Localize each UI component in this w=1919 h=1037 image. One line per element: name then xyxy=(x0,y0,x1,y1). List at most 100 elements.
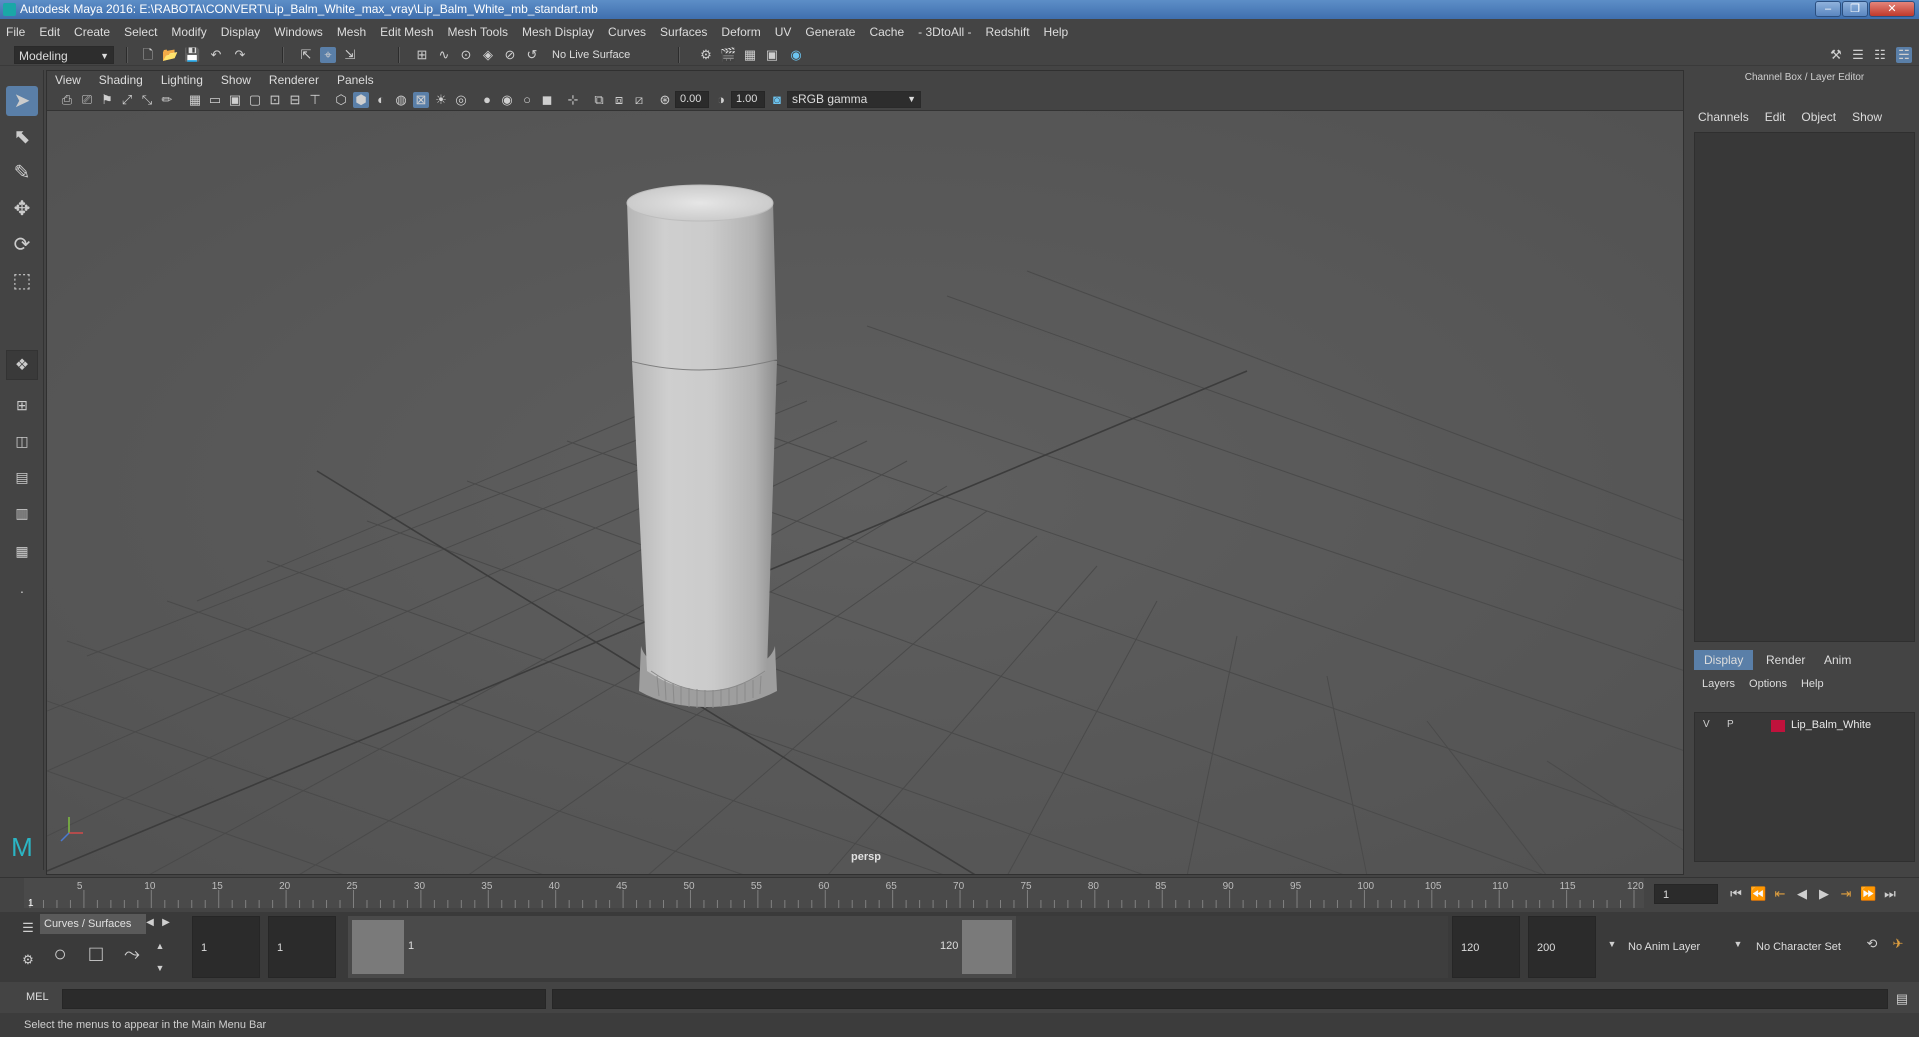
select-by-object-icon[interactable]: ⌖ xyxy=(320,47,336,63)
motion-blur-icon[interactable]: ● xyxy=(479,92,495,108)
command-input[interactable] xyxy=(62,989,546,1009)
menu-generate[interactable]: Generate xyxy=(805,25,855,39)
layer-visibility-toggle[interactable]: V xyxy=(1703,719,1710,730)
lip-balm-mesh[interactable] xyxy=(626,184,778,708)
camera-attributes-icon[interactable]: ⎚ xyxy=(79,92,95,108)
wireframe-icon[interactable]: ⬡ xyxy=(333,92,349,108)
layout-graph-icon[interactable]: ▥ xyxy=(6,498,38,528)
menu-file[interactable]: File xyxy=(6,25,25,39)
shelf-menu-icon[interactable]: ☰ xyxy=(20,920,36,936)
nurbs-square-icon[interactable]: □ xyxy=(88,943,104,965)
menu-edit-mesh[interactable]: Edit Mesh xyxy=(380,25,433,39)
command-language-label[interactable]: MEL xyxy=(26,991,49,1003)
screen-space-ao-icon[interactable]: ◎ xyxy=(453,92,469,108)
xray-components-icon[interactable]: ⧈ xyxy=(611,92,627,108)
playback-end-field[interactable]: 120 xyxy=(1452,916,1520,978)
menu-mesh-display[interactable]: Mesh Display xyxy=(522,25,594,39)
layer-row[interactable]: V P Lip_Balm_White xyxy=(1699,717,1912,735)
viewport-panel[interactable]: View Shading Lighting Show Renderer Pane… xyxy=(46,70,1684,875)
snap-curve2-icon[interactable]: ↺ xyxy=(524,47,540,63)
menu-help[interactable]: Help xyxy=(1044,25,1069,39)
animation-preferences-icon[interactable]: ✈ xyxy=(1890,936,1906,952)
gamma-field[interactable]: 1.00 xyxy=(731,91,765,108)
bookmark-icon[interactable]: ⚑ xyxy=(99,92,115,108)
shelf-prev-icon[interactable]: ◀ xyxy=(142,915,158,931)
colorspace-dropdown[interactable]: sRGB gamma ▼ xyxy=(787,91,921,108)
open-scene-icon[interactable]: 📂 xyxy=(162,47,178,63)
mode-dropdown[interactable]: Modeling ▼ xyxy=(14,46,114,64)
layout-more-icon[interactable]: · xyxy=(6,576,38,606)
range-bar[interactable]: 1 120 xyxy=(348,916,1016,978)
field-chart-icon[interactable]: ⊡ xyxy=(267,92,283,108)
play-backwards-icon[interactable]: ◀ xyxy=(1794,886,1810,902)
film-gate-icon[interactable]: ▭ xyxy=(207,92,223,108)
play-forwards-icon[interactable]: ▶ xyxy=(1816,886,1832,902)
edit-menu[interactable]: Edit xyxy=(1765,110,1786,124)
layers-menu[interactable]: Layers xyxy=(1702,678,1735,690)
snap-view-plane-icon[interactable]: ◈ xyxy=(480,47,496,63)
layout-four-view-icon[interactable]: ⊞ xyxy=(6,390,38,420)
grease-pencil-icon[interactable]: ✏ xyxy=(159,92,175,108)
gamma-icon[interactable]: ◑ xyxy=(713,92,729,108)
end-frame-field[interactable]: 200 xyxy=(1528,916,1596,978)
lasso-tool-icon[interactable]: ⬉ xyxy=(6,122,38,152)
live-surface-field[interactable]: No Live Surface xyxy=(552,47,652,63)
step-back-frame-icon[interactable]: ⇤ xyxy=(1772,886,1788,902)
render-settings-icon[interactable]: ⚙ xyxy=(698,47,714,63)
range-end-handle[interactable] xyxy=(962,920,1012,974)
rotate-tool-icon[interactable]: ⟳ xyxy=(6,230,38,260)
layer-name[interactable]: Lip_Balm_White xyxy=(1791,719,1871,731)
show-menu[interactable]: Show xyxy=(1852,110,1882,124)
help-menu[interactable]: Help xyxy=(1801,678,1824,690)
tool-settings-icon[interactable]: ☷ xyxy=(1872,47,1888,63)
gate-mask-icon[interactable]: ▢ xyxy=(247,92,263,108)
scale-tool-icon[interactable]: ⬚ xyxy=(6,266,38,296)
panel-menu-lighting[interactable]: Lighting xyxy=(161,73,203,87)
menu-curves[interactable]: Curves xyxy=(608,25,646,39)
layer-playback-toggle[interactable]: P xyxy=(1727,719,1734,730)
chevron-down-icon[interactable]: ▼ xyxy=(1730,936,1746,952)
menu-create[interactable]: Create xyxy=(74,25,110,39)
character-set-dropdown[interactable]: No Character Set xyxy=(1750,916,1866,978)
resolution-gate-icon[interactable]: ▣ xyxy=(227,92,243,108)
isolate-select-icon[interactable]: ◼ xyxy=(539,92,555,108)
go-to-end-icon[interactable]: ⏭ xyxy=(1882,886,1898,902)
camera-select-icon[interactable]: ⎙ xyxy=(59,92,75,108)
shelf-scroll-up-icon[interactable]: ▲ xyxy=(152,938,168,954)
object-menu[interactable]: Object xyxy=(1801,110,1836,124)
shadows-icon[interactable]: ☀ xyxy=(433,92,449,108)
redo-icon[interactable]: ↷ xyxy=(232,47,248,63)
snap-curve-icon[interactable]: ∿ xyxy=(436,47,452,63)
wireframe-on-shaded-icon[interactable]: ◐ xyxy=(373,92,389,108)
menu-3dtoall[interactable]: - 3DtoAll - xyxy=(918,25,971,39)
menu-redshift[interactable]: Redshift xyxy=(986,25,1030,39)
select-tool-icon[interactable]: ➤ xyxy=(6,86,38,116)
close-button[interactable]: ✕ xyxy=(1869,1,1915,17)
menu-modify[interactable]: Modify xyxy=(171,25,206,39)
panel-menu-show[interactable]: Show xyxy=(221,73,251,87)
channel-box-icon[interactable]: ☵ xyxy=(1896,47,1912,63)
menu-edit[interactable]: Edit xyxy=(39,25,60,39)
shelf-scroll-down-icon[interactable]: ▼ xyxy=(152,960,168,976)
smooth-shade-icon[interactable]: ⬢ xyxy=(353,92,369,108)
step-forward-frame-icon[interactable]: ⇥ xyxy=(1838,886,1854,902)
safe-title-icon[interactable]: ⊤ xyxy=(307,92,323,108)
panel-menu-view[interactable]: View xyxy=(55,73,81,87)
panel-menu-renderer[interactable]: Renderer xyxy=(269,73,319,87)
start-frame-field[interactable]: 1 xyxy=(192,916,260,978)
new-scene-icon[interactable]: 🗋 xyxy=(140,47,156,63)
two-d-pan-icon[interactable]: ⤡ xyxy=(139,92,155,108)
paint-select-tool-icon[interactable]: ✎ xyxy=(6,158,38,188)
menu-uv[interactable]: UV xyxy=(775,25,792,39)
textured-icon[interactable]: ◍ xyxy=(393,92,409,108)
nurbs-circle-icon[interactable]: ○ xyxy=(52,943,68,965)
render-view-icon[interactable]: ▣ xyxy=(764,47,780,63)
exposure-icon[interactable]: ⊛ xyxy=(657,92,673,108)
multisample-aa-icon[interactable]: ◉ xyxy=(499,92,515,108)
menu-select[interactable]: Select xyxy=(124,25,157,39)
menu-surfaces[interactable]: Surfaces xyxy=(660,25,707,39)
use-all-lights-icon[interactable]: ⊠ xyxy=(413,92,429,108)
xray-joints-icon[interactable]: ⧉ xyxy=(591,92,607,108)
layout-two-side-icon[interactable]: ◫ xyxy=(6,426,38,456)
panel-menu-panels[interactable]: Panels xyxy=(337,73,374,87)
